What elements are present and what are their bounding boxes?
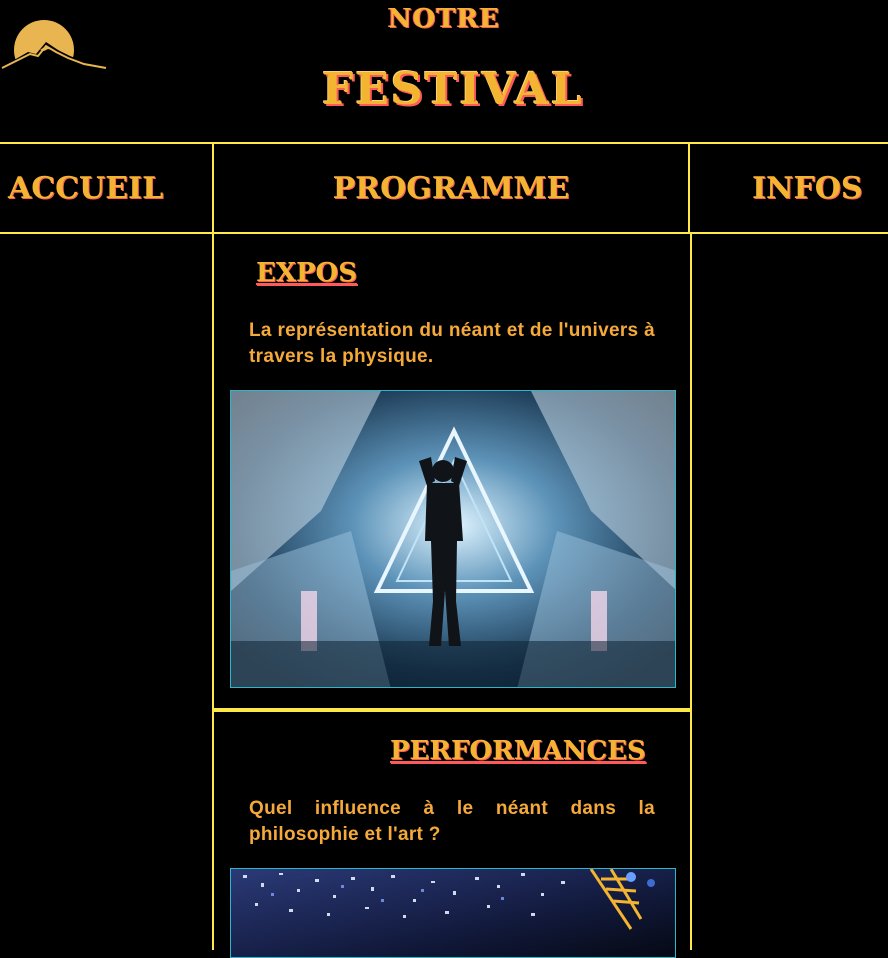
expos-title: EXPOS xyxy=(256,258,357,288)
performances-section: PERFORMANCES Quel influence à le néant d… xyxy=(212,710,692,958)
header-title-top: NOTRE xyxy=(387,4,501,34)
expos-description: La représentation du néant et de l'unive… xyxy=(249,320,655,367)
header-title-main: FESTIVAL xyxy=(322,64,584,115)
performances-title: PERFORMANCES xyxy=(390,736,646,766)
nav-programme-link[interactable]: PROGRAMME xyxy=(212,144,690,232)
performances-description: Quel influence à le néant dans la philos… xyxy=(249,798,655,845)
confetti-concert-image xyxy=(230,868,676,958)
nav-accueil-link[interactable]: ACCUEIL xyxy=(8,144,163,232)
expos-section: EXPOS La représentation du néant et de l… xyxy=(212,234,692,710)
nav-infos-link[interactable]: INFOS xyxy=(752,144,863,232)
person-in-mirror-tunnel-image xyxy=(230,390,676,688)
